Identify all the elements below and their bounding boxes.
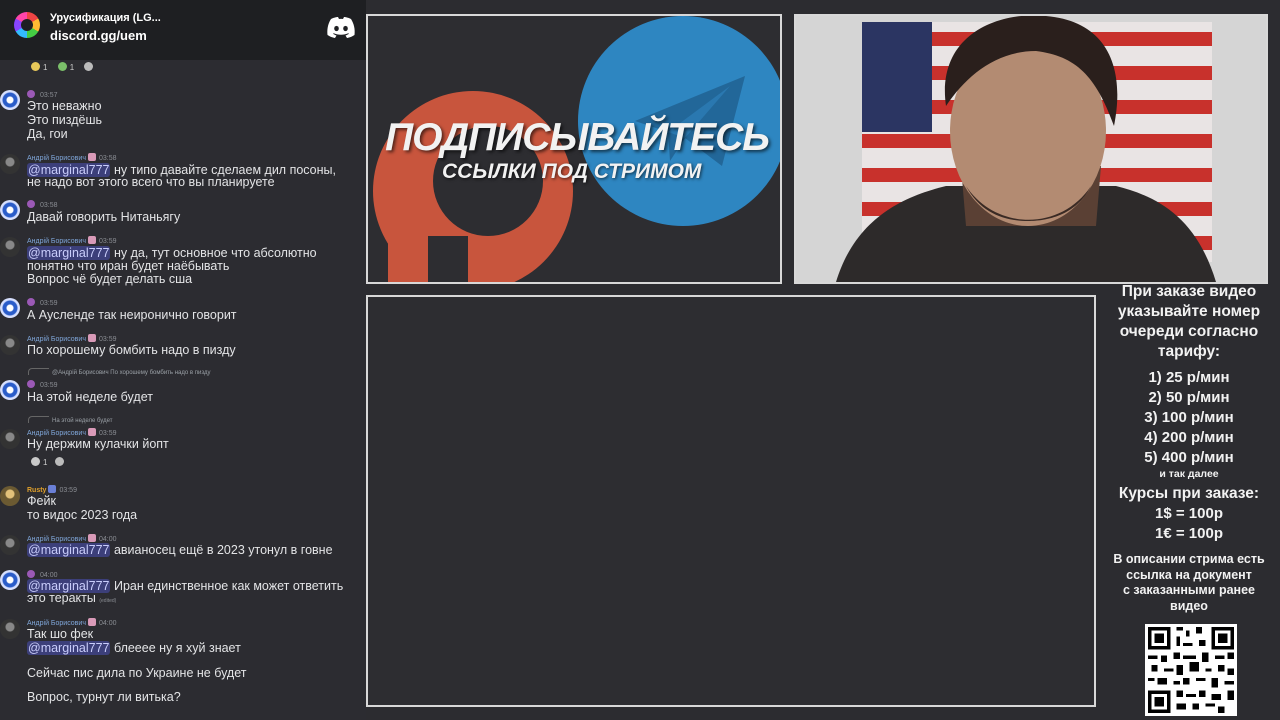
avatar[interactable] <box>0 335 20 355</box>
avatar[interactable] <box>0 619 20 639</box>
discord-chat-overlay: Урусификация (LG... discord.gg/uem 1 1 0… <box>0 0 366 720</box>
avatar[interactable] <box>0 380 20 400</box>
message-reactions[interactable]: 1 <box>31 457 67 467</box>
edited-label: (edited) <box>99 598 117 604</box>
author-name: Rusty <box>27 487 47 494</box>
user-mention[interactable]: @marginal777 <box>27 543 111 557</box>
avatar[interactable] <box>0 154 20 174</box>
author-name: Андрій Борисович <box>27 155 86 162</box>
user-mention[interactable]: @marginal777 <box>27 641 111 655</box>
avatar[interactable] <box>0 486 20 506</box>
author-name: Андрій Борисович <box>27 430 86 437</box>
tariff-etc: и так далее <box>1159 468 1219 480</box>
role-badge-icon <box>87 428 96 436</box>
author-name: Андрій Борисович <box>27 238 86 245</box>
streamer-image <box>836 16 1216 282</box>
avatar[interactable] <box>0 200 20 220</box>
role-badge-icon <box>87 534 96 542</box>
role-badge-icon <box>27 298 35 306</box>
server-invite[interactable]: discord.gg/uem <box>50 28 147 43</box>
rates-list: 1$ = 100р 1€ = 100р <box>1155 505 1223 542</box>
role-badge-icon <box>87 334 96 342</box>
avatar[interactable] <box>0 535 20 555</box>
promo-headline: ПОДПИСЫВАЙТЕСЬ <box>385 116 770 159</box>
role-badge-icon <box>48 485 57 493</box>
role-badge-icon <box>87 153 96 161</box>
role-badge-icon <box>87 236 96 244</box>
author-name: Андрій Борисович <box>27 620 86 627</box>
message-reactions[interactable]: 1 1 <box>31 62 96 72</box>
avatar[interactable] <box>0 298 20 318</box>
reply-preview[interactable]: На этой неделе будет <box>28 416 112 424</box>
tariff-list: 1) 25 р/мин 2) 50 р/мин 3) 100 р/мин 4) … <box>1144 369 1234 466</box>
promo-subline: ССЫЛКИ ПОД СТРИМОМ <box>442 160 702 183</box>
avatar[interactable] <box>0 237 20 257</box>
role-badge-icon <box>27 380 35 388</box>
promo-banner: ПОДПИСЫВАЙТЕСЬ ССЫЛКИ ПОД СТРИМОМ <box>366 14 782 284</box>
avatar[interactable] <box>0 429 20 449</box>
author-name: Андрій Борисович <box>27 336 86 343</box>
rates-title: Курсы при заказе: <box>1118 485 1260 502</box>
server-header[interactable]: Урусификация (LG... discord.gg/uem <box>0 0 366 60</box>
role-badge-icon <box>87 618 96 626</box>
avatar[interactable] <box>0 90 20 110</box>
role-badge-icon <box>27 200 35 208</box>
server-name: Урусификация (LG... <box>50 12 161 24</box>
webcam-feed <box>794 14 1268 284</box>
qr-code-image[interactable] <box>1145 624 1237 716</box>
reply-preview[interactable]: @Андрій Борисович По хорошему бомбить на… <box>28 368 210 376</box>
author-name: Андрій Борисович <box>27 536 86 543</box>
server-logo <box>14 12 40 38</box>
video-placeholder-area <box>366 295 1096 707</box>
discord-icon <box>327 17 355 38</box>
role-badge-icon <box>27 570 35 578</box>
document-note: В описании стрима есть ссылка на докумен… <box>1113 552 1265 613</box>
role-badge-icon <box>27 90 35 98</box>
order-info-panel: При заказе видео указывайте номер очеред… <box>1098 282 1280 614</box>
user-mention[interactable]: @marginal777 <box>27 246 111 260</box>
order-heading: При заказе видео указывайте номер очеред… <box>1117 283 1261 360</box>
avatar[interactable] <box>0 570 20 590</box>
